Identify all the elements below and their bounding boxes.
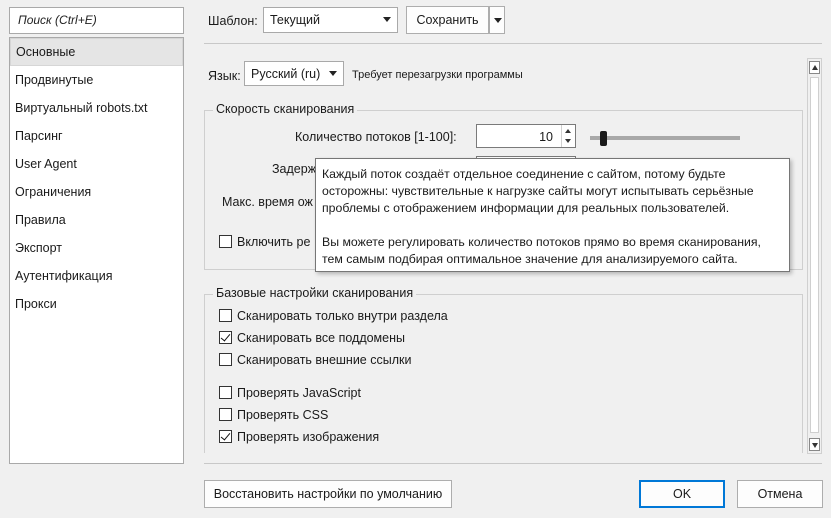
option-label: Сканировать только внутри раздела bbox=[237, 309, 448, 323]
threads-stepper[interactable]: 10 bbox=[476, 124, 576, 148]
stepper-buttons[interactable] bbox=[561, 125, 575, 147]
sidebar-item-user-agent[interactable]: User Agent bbox=[10, 150, 183, 178]
chevron-down-icon bbox=[383, 17, 391, 22]
max-wait-label: Макс. время ож bbox=[222, 195, 313, 209]
sidebar-item-restrictions[interactable]: Ограничения bbox=[10, 178, 183, 206]
top-divider bbox=[204, 43, 822, 44]
subdomains-checkbox[interactable] bbox=[219, 331, 232, 344]
content-scrollbar[interactable] bbox=[807, 58, 822, 454]
ok-button[interactable]: OK bbox=[639, 480, 725, 508]
basic-settings-group: Базовые настройки сканирования Сканирова… bbox=[204, 286, 803, 453]
threads-value: 10 bbox=[539, 130, 553, 144]
basic-group-title: Базовые настройки сканирования bbox=[213, 286, 417, 300]
delay-label: Задерж bbox=[272, 162, 317, 176]
external-links-checkbox[interactable] bbox=[219, 353, 232, 366]
tooltip-paragraph: Вы можете регулировать количество потоко… bbox=[322, 235, 761, 266]
option-javascript[interactable]: Проверять JavaScript bbox=[219, 386, 361, 404]
template-label: Шаблон: bbox=[208, 14, 258, 28]
images-checkbox[interactable] bbox=[219, 430, 232, 443]
enable-label: Включить ре bbox=[237, 235, 311, 249]
language-label: Язык: bbox=[208, 69, 241, 83]
option-label: Проверять JavaScript bbox=[237, 386, 361, 400]
language-select[interactable]: Русский (ru) bbox=[244, 61, 344, 86]
javascript-checkbox[interactable] bbox=[219, 386, 232, 399]
enable-option[interactable]: Включить ре bbox=[219, 235, 310, 249]
option-images[interactable]: Проверять изображения bbox=[219, 430, 379, 448]
sidebar-item-proxy[interactable]: Прокси bbox=[10, 290, 183, 318]
option-external-links[interactable]: Сканировать внешние ссылки bbox=[219, 353, 411, 371]
sidebar-item-virtual-robots[interactable]: Виртуальный robots.txt bbox=[10, 94, 183, 122]
sidebar-item-advanced[interactable]: Продвинутые bbox=[10, 66, 183, 94]
sidebar-item-rules[interactable]: Правила bbox=[10, 206, 183, 234]
sidebar-item-export[interactable]: Экспорт bbox=[10, 234, 183, 262]
option-css[interactable]: Проверять CSS bbox=[219, 408, 328, 426]
threads-tooltip: Каждый поток создаёт отдельное соединени… bbox=[315, 158, 790, 272]
language-select-value: Русский (ru) bbox=[251, 67, 321, 81]
chevron-down-icon bbox=[329, 71, 337, 76]
inside-section-checkbox[interactable] bbox=[219, 309, 232, 322]
bottom-divider bbox=[204, 463, 822, 464]
chevron-down-icon bbox=[812, 443, 818, 448]
threads-slider-thumb[interactable] bbox=[600, 131, 607, 146]
settings-nav-list: Основные Продвинутые Виртуальный robots.… bbox=[9, 37, 184, 464]
language-note: Требует перезагрузки программы bbox=[352, 69, 523, 81]
scroll-track[interactable] bbox=[810, 77, 819, 433]
template-select-value: Текущий bbox=[270, 13, 320, 27]
sidebar-item-general[interactable]: Основные bbox=[10, 38, 183, 66]
option-subdomains[interactable]: Сканировать все поддомены bbox=[219, 331, 405, 349]
scroll-down-button[interactable] bbox=[809, 438, 820, 451]
save-button[interactable]: Сохранить bbox=[406, 6, 489, 34]
option-label: Проверять изображения bbox=[237, 430, 380, 444]
scroll-up-button[interactable] bbox=[809, 61, 820, 74]
cancel-button[interactable]: Отмена bbox=[737, 480, 823, 508]
option-inside-section[interactable]: Сканировать только внутри раздела bbox=[219, 309, 448, 327]
search-input[interactable]: Поиск (Ctrl+E) bbox=[9, 7, 184, 34]
tooltip-paragraph: Каждый поток создаёт отдельное соединени… bbox=[322, 167, 754, 215]
chevron-up-icon bbox=[812, 65, 818, 70]
restore-defaults-button[interactable]: Восстановить настройки по умолчанию bbox=[204, 480, 452, 508]
option-label: Проверять CSS bbox=[237, 408, 329, 422]
chevron-up-icon[interactable] bbox=[565, 129, 571, 133]
sidebar-item-authentication[interactable]: Аутентификация bbox=[10, 262, 183, 290]
option-label: Сканировать внешние ссылки bbox=[237, 353, 412, 367]
chevron-down-icon bbox=[494, 18, 502, 23]
threads-slider-track[interactable] bbox=[590, 136, 740, 140]
template-select[interactable]: Текущий bbox=[263, 7, 398, 33]
speed-group-title: Скорость сканирования bbox=[213, 102, 358, 116]
option-label: Сканировать все поддомены bbox=[237, 331, 405, 345]
enable-checkbox[interactable] bbox=[219, 235, 232, 248]
chevron-down-icon[interactable] bbox=[565, 139, 571, 143]
threads-label: Количество потоков [1-100]: bbox=[295, 130, 457, 144]
css-checkbox[interactable] bbox=[219, 408, 232, 421]
sidebar-item-parsing[interactable]: Парсинг bbox=[10, 122, 183, 150]
save-options-button[interactable] bbox=[489, 6, 505, 34]
